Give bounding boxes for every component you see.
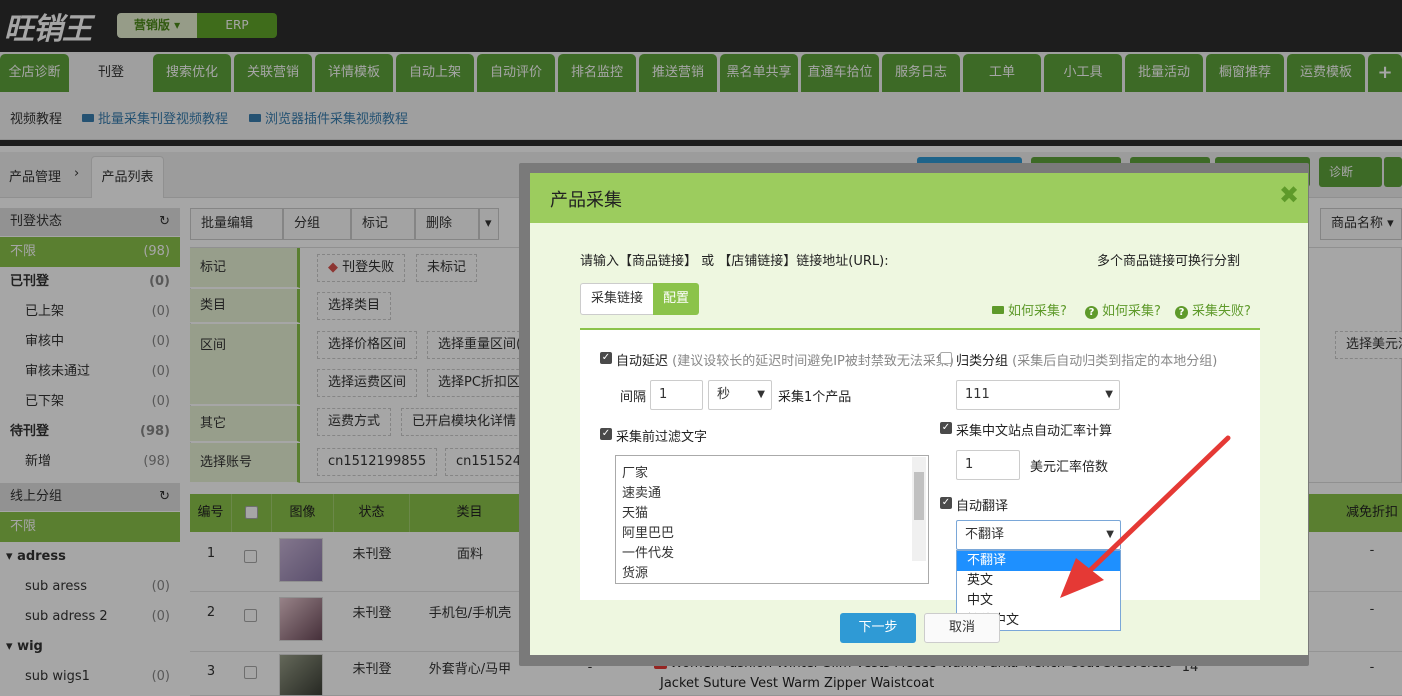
group-checkbox[interactable] xyxy=(940,352,952,364)
group-hint: (采集后自动归类到指定的本地分组) xyxy=(1012,354,1218,369)
filter-word: 天猫 xyxy=(622,506,649,521)
interval-input[interactable]: 1 xyxy=(650,380,703,410)
tab-config[interactable]: 配置 xyxy=(653,283,699,315)
help-link-label: 采集失败? xyxy=(1192,304,1251,319)
help-link-label: 如何采集? xyxy=(1008,304,1067,319)
translate-select-value: 不翻译 xyxy=(965,527,1005,542)
annotation-arrow-icon xyxy=(1060,435,1231,598)
tab-collect-link[interactable]: 采集链接 xyxy=(580,283,653,315)
filter-text-checkbox[interactable]: ✓ xyxy=(600,428,612,440)
help-link-fail[interactable]: ? 采集失败? xyxy=(1175,300,1251,319)
filter-text-label: 采集前过滤文字 xyxy=(616,430,708,445)
filter-word: 阿里巴巴 xyxy=(622,526,675,541)
group-label: 归类分组 (采集后自动归类到指定的本地分组) xyxy=(956,350,1217,369)
question-icon: ? xyxy=(1085,306,1098,319)
auto-delay-hint: (建议设较长的延迟时间避免IP被封禁致无法采集) xyxy=(672,354,954,369)
help-link-video[interactable]: 如何采集? xyxy=(992,300,1067,319)
url-prompt: 请输入【商品链接】 或 【店铺链接】链接地址(URL): xyxy=(580,254,889,269)
next-button[interactable]: 下一步 xyxy=(840,613,916,643)
group-select[interactable]: 111 ▼ xyxy=(956,380,1120,410)
auto-delay-checkbox[interactable]: ✓ xyxy=(600,352,612,364)
video-icon xyxy=(992,306,1004,314)
arrow-shaft xyxy=(1077,435,1231,583)
modal-header xyxy=(530,173,1308,223)
close-icon[interactable]: ✖ xyxy=(1278,183,1300,207)
auto-delay-label: 自动延迟 (建议设较长的延迟时间避免IP被封禁致无法采集) xyxy=(616,350,954,369)
rate-checkbox[interactable]: ✓ xyxy=(940,422,952,434)
filter-word: 货源 xyxy=(622,566,649,581)
question-icon: ? xyxy=(1175,306,1188,319)
filter-word: 厂家 xyxy=(622,466,649,481)
help-link-label: 如何采集? xyxy=(1102,304,1161,319)
interval-suffix: 采集1个产品 xyxy=(778,390,852,405)
chevron-down-icon: ▼ xyxy=(1105,389,1113,400)
chevron-down-icon: ▼ xyxy=(757,389,765,400)
group-select-value: 111 xyxy=(965,387,990,402)
interval-unit-select[interactable]: 秒 ▼ xyxy=(708,380,772,410)
auto-delay-text: 自动延迟 xyxy=(616,354,669,369)
multi-link-hint: 多个商品链接可换行分割 xyxy=(1097,254,1241,269)
filter-word: 速卖通 xyxy=(622,486,662,501)
scrollbar-thumb[interactable] xyxy=(914,472,924,520)
interval-label: 间隔 xyxy=(620,390,647,405)
filter-words-textarea[interactable] xyxy=(615,455,929,584)
interval-unit-value: 秒 xyxy=(717,387,731,402)
help-link-how[interactable]: ? 如何采集? xyxy=(1085,300,1161,319)
translate-label: 自动翻译 xyxy=(956,499,1009,514)
modal-title: 产品采集 xyxy=(550,190,622,211)
translate-checkbox[interactable]: ✓ xyxy=(940,497,952,509)
group-label-text: 归类分组 xyxy=(956,354,1009,369)
rate-input[interactable]: 1 xyxy=(956,450,1020,480)
cancel-button[interactable]: 取消 xyxy=(924,613,1000,643)
filter-word: 一件代发 xyxy=(622,546,675,561)
